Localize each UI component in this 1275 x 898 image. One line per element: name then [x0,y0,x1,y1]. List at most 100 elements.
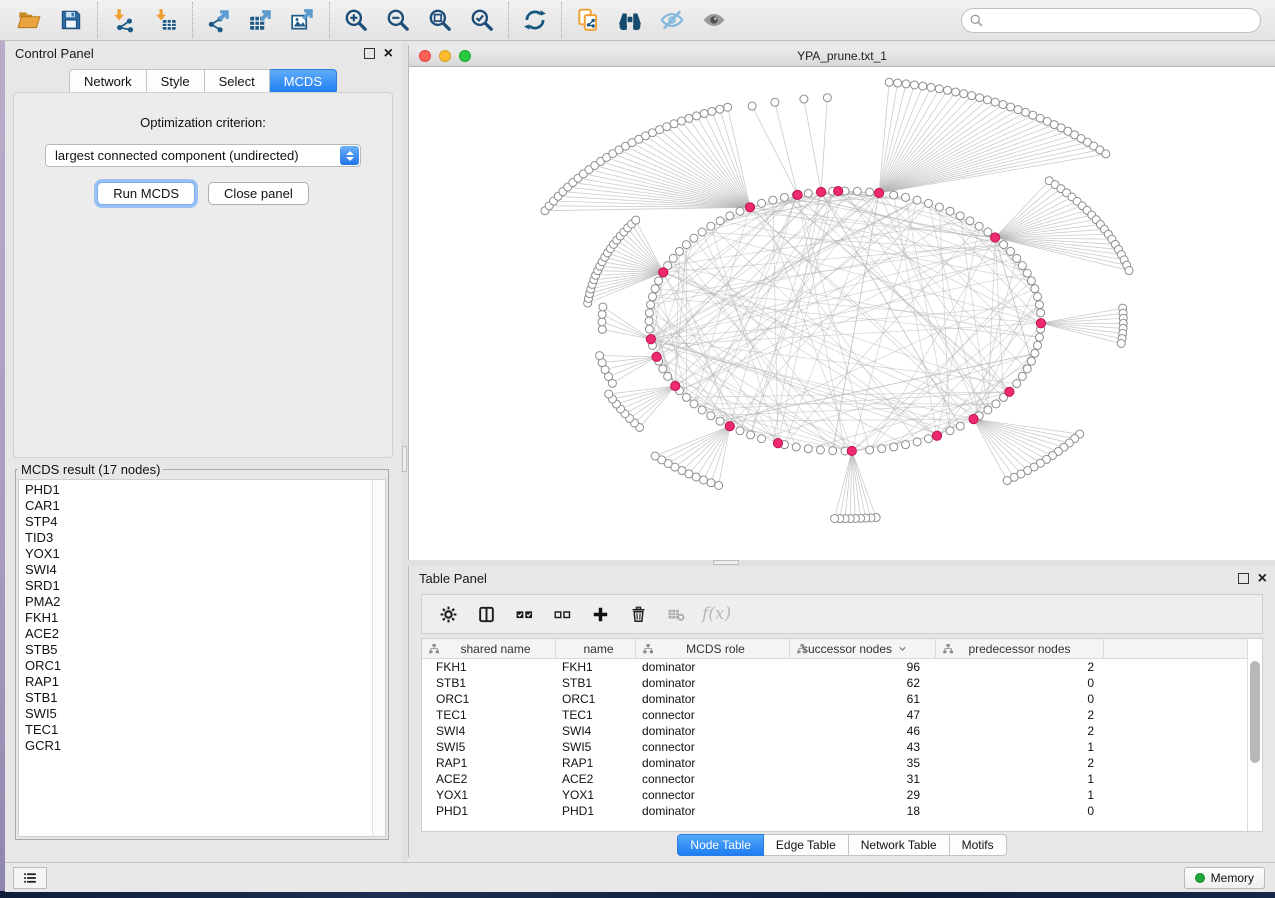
cell-shared-name[interactable]: TEC1 [422,708,556,722]
cell-shared-name[interactable]: RAP1 [422,756,556,770]
run-mcds-button[interactable]: Run MCDS [97,182,195,205]
cell-shared-name[interactable]: ACE2 [422,772,556,786]
save-session-button[interactable] [50,2,92,38]
tab-select[interactable]: Select [205,69,270,94]
table-scrollbar[interactable] [1247,639,1262,831]
cell-predecessor-nodes[interactable]: 0 [936,676,1104,690]
cell-mcds-role[interactable]: dominator [636,660,790,674]
vertical-splitter[interactable] [401,41,408,862]
table-row[interactable]: PHD1 PHD1 dominator 18 0 [422,803,1247,819]
memory-button[interactable]: Memory [1184,867,1265,889]
mcds-result-item[interactable]: PMA2 [25,594,385,610]
mcds-result-item[interactable]: ORC1 [25,658,385,674]
export-table-button[interactable] [240,2,282,38]
zoom-in-button[interactable] [329,2,377,38]
network-canvas[interactable] [409,67,1275,559]
cell-successor-nodes[interactable]: 61 [790,692,936,706]
cell-name[interactable]: SWI5 [556,740,636,754]
cell-name[interactable]: FKH1 [556,660,636,674]
mcds-result-item[interactable]: SWI5 [25,706,385,722]
table-row[interactable]: STB1 STB1 dominator 62 0 [422,675,1247,691]
cell-predecessor-nodes[interactable]: 0 [936,804,1104,818]
mcds-result-item[interactable]: FKH1 [25,610,385,626]
first-neighbors-button[interactable] [609,2,651,38]
column-header-shared-name[interactable]: shared name [422,639,556,658]
cell-successor-nodes[interactable]: 62 [790,676,936,690]
table-settings-button[interactable] [432,598,464,630]
cell-name[interactable]: TEC1 [556,708,636,722]
mcds-result-item[interactable]: ACE2 [25,626,385,642]
import-network-button[interactable] [97,2,145,38]
table-row[interactable]: ACE2 ACE2 connector 31 1 [422,771,1247,787]
cell-mcds-role[interactable]: dominator [636,676,790,690]
network-title-bar[interactable]: YPA_prune.txt_1 [409,45,1275,67]
tab-edge-table[interactable]: Edge Table [764,834,849,856]
cell-mcds-role[interactable]: dominator [636,724,790,738]
search-input[interactable] [961,8,1261,33]
mcds-result-item[interactable]: RAP1 [25,674,385,690]
cell-shared-name[interactable]: SWI4 [422,724,556,738]
select-all-button[interactable] [508,598,540,630]
mcds-result-item[interactable]: YOX1 [25,546,385,562]
tab-motifs[interactable]: Motifs [950,834,1007,856]
cell-predecessor-nodes[interactable]: 1 [936,772,1104,786]
cell-predecessor-nodes[interactable]: 0 [936,692,1104,706]
mcds-result-item[interactable]: STB1 [25,690,385,706]
column-header-mcds-role[interactable]: MCDS role [636,639,790,658]
column-header-successor-nodes[interactable]: successor nodes [790,639,936,658]
tab-network[interactable]: Network [69,69,147,94]
cell-shared-name[interactable]: SWI5 [422,740,556,754]
mcds-result-item[interactable]: SRD1 [25,578,385,594]
vertical-splitter-handle[interactable] [402,446,407,472]
cell-predecessor-nodes[interactable]: 2 [936,708,1104,722]
tab-mcds[interactable]: MCDS [270,69,337,94]
table-scrollbar-thumb[interactable] [1250,661,1260,763]
delete-column-button[interactable] [622,598,654,630]
tab-node-table[interactable]: Node Table [677,834,764,856]
mcds-result-item[interactable]: SWI4 [25,562,385,578]
table-row[interactable]: SWI5 SWI5 connector 43 1 [422,739,1247,755]
tab-network-table[interactable]: Network Table [849,834,950,856]
maximize-window-icon[interactable] [459,50,471,62]
cell-name[interactable]: SWI4 [556,724,636,738]
cell-name[interactable]: YOX1 [556,788,636,802]
mcds-result-item[interactable]: GCR1 [25,738,385,754]
table-row[interactable]: FKH1 FKH1 dominator 96 2 [422,659,1247,675]
cell-successor-nodes[interactable]: 18 [790,804,936,818]
mcds-result-item[interactable]: STB5 [25,642,385,658]
cell-mcds-role[interactable]: dominator [636,756,790,770]
import-table-button[interactable] [145,2,187,38]
cell-mcds-role[interactable]: connector [636,772,790,786]
hide-selected-button[interactable] [651,2,693,38]
show-all-button[interactable] [693,2,735,38]
horizontal-splitter-handle[interactable] [713,560,739,565]
add-column-button[interactable] [584,598,616,630]
refresh-button[interactable] [508,2,556,38]
tab-style[interactable]: Style [147,69,205,94]
copy-network-button[interactable] [561,2,609,38]
mcds-result-item[interactable]: STP4 [25,514,385,530]
table-row[interactable]: ORC1 ORC1 dominator 61 0 [422,691,1247,707]
float-table-panel-button[interactable] [1238,573,1249,584]
cell-name[interactable]: ORC1 [556,692,636,706]
cell-mcds-role[interactable]: dominator [636,804,790,818]
mcds-result-item[interactable]: CAR1 [25,498,385,514]
deselect-all-button[interactable] [546,598,578,630]
zoom-out-button[interactable] [377,2,419,38]
close-table-panel-icon[interactable]: × [1258,573,1267,584]
cell-predecessor-nodes[interactable]: 2 [936,660,1104,674]
cell-mcds-role[interactable]: connector [636,740,790,754]
mcds-list-scrollbar[interactable] [372,480,385,836]
cell-successor-nodes[interactable]: 43 [790,740,936,754]
open-file-button[interactable] [8,2,50,38]
column-header-predecessor-nodes[interactable]: predecessor nodes [936,639,1104,658]
column-header-name[interactable]: name [556,639,636,658]
cell-successor-nodes[interactable]: 46 [790,724,936,738]
table-row[interactable]: RAP1 RAP1 dominator 35 2 [422,755,1247,771]
zoom-fit-button[interactable] [419,2,461,38]
cell-successor-nodes[interactable]: 31 [790,772,936,786]
cell-successor-nodes[interactable]: 96 [790,660,936,674]
mcds-result-list[interactable]: PHD1CAR1STP4TID3YOX1SWI4SRD1PMA2FKH1ACE2… [18,479,386,837]
cell-name[interactable]: STB1 [556,676,636,690]
cell-shared-name[interactable]: FKH1 [422,660,556,674]
